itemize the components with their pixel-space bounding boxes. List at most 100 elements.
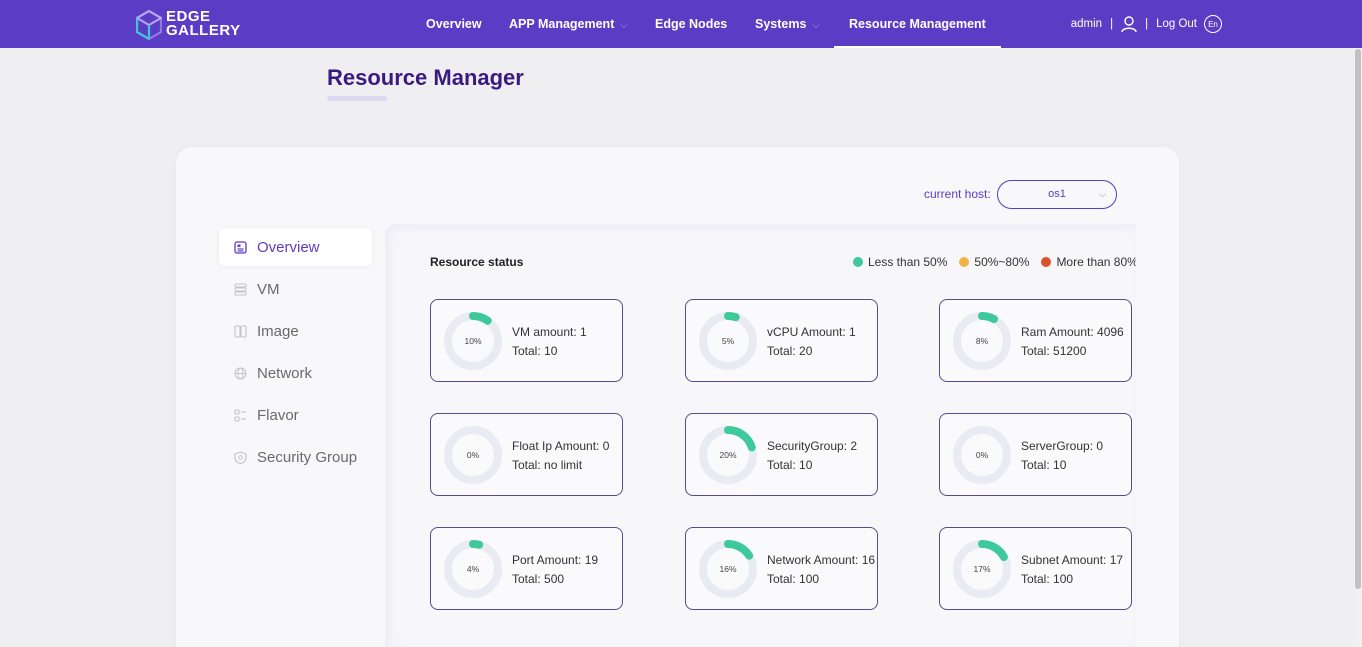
resource-card: 20% SecurityGroup: 2 Total: 10 bbox=[685, 413, 878, 496]
resource-info: ServerGroup: 0 Total: 10 bbox=[1021, 437, 1103, 475]
sidebar-item-security-group[interactable]: Security Group bbox=[219, 438, 372, 476]
resource-card: 16% Network Amount: 16 Total: 100 bbox=[685, 527, 878, 610]
legend-label: Less than 50% bbox=[868, 255, 948, 269]
nav-edge-nodes[interactable]: Edge Nodes bbox=[655, 0, 727, 48]
resource-total: Total: 10 bbox=[1021, 458, 1067, 472]
legend-dot-green bbox=[853, 257, 863, 267]
vm-icon bbox=[234, 282, 247, 296]
resource-info: Ram Amount: 4096 Total: 51200 bbox=[1021, 323, 1124, 361]
usage-percent-label: 8% bbox=[975, 336, 989, 346]
brand-line2: GALLERY bbox=[166, 22, 241, 39]
language-toggle[interactable]: En bbox=[1204, 15, 1222, 33]
host-select-value: os1 bbox=[1048, 188, 1066, 200]
status-legend: Less than 50% 50%~80% More than 80% bbox=[853, 255, 1136, 269]
legend-dot-red bbox=[1041, 257, 1052, 267]
usage-donut-chart: 20% bbox=[698, 425, 758, 485]
resource-info: Float Ip Amount: 0 Total: no limit bbox=[512, 437, 609, 475]
current-host-label: current host: bbox=[924, 187, 991, 201]
resource-info: Port Amount: 19 Total: 500 bbox=[512, 551, 598, 589]
usage-donut-chart: 8% bbox=[952, 311, 1012, 371]
usage-donut-chart: 0% bbox=[952, 425, 1012, 485]
sidebar-item-label: Flavor bbox=[257, 406, 299, 424]
nav-app-management-label: APP Management bbox=[509, 17, 615, 31]
resource-amount: Float Ip Amount: 0 bbox=[512, 439, 610, 453]
sidebar-item-label: Overview bbox=[257, 238, 320, 256]
edgegallery-logo[interactable]: EDGE GALLERY bbox=[136, 9, 256, 41]
resource-info: SecurityGroup: 2 Total: 10 bbox=[767, 437, 857, 475]
resource-info: VM amount: 1 Total: 10 bbox=[512, 323, 587, 361]
usage-percent-label: 20% bbox=[719, 450, 737, 460]
resource-total: Total: 20 bbox=[767, 344, 813, 358]
resource-total: Total: 100 bbox=[1021, 572, 1074, 586]
separator: | bbox=[1110, 18, 1114, 30]
usage-percent-label: 17% bbox=[973, 564, 991, 574]
resource-total: Total: 10 bbox=[767, 458, 813, 472]
resource-status-panel: Resource status Less than 50% 50%~80% Mo… bbox=[385, 224, 1136, 647]
resource-amount: SecurityGroup: 2 bbox=[767, 439, 858, 453]
legend-item-low: Less than 50% bbox=[853, 255, 947, 269]
resource-card: 17% Subnet Amount: 17 Total: 100 bbox=[939, 527, 1132, 610]
username: admin bbox=[1070, 18, 1103, 30]
image-icon bbox=[234, 324, 247, 338]
nav-resource-management-label: Resource Management bbox=[849, 17, 986, 31]
nav-resource-management[interactable]: Resource Management bbox=[834, 0, 1001, 48]
legend-item-high: More than 80% bbox=[1041, 255, 1136, 269]
resource-info: Subnet Amount: 17 Total: 100 bbox=[1021, 551, 1123, 589]
nav-edge-nodes-label: Edge Nodes bbox=[655, 17, 728, 31]
resource-total: Total: no limit bbox=[512, 458, 583, 472]
user-icon[interactable] bbox=[1121, 15, 1137, 33]
resource-info: vCPU Amount: 1 Total: 20 bbox=[767, 323, 856, 361]
resource-total: Total: 500 bbox=[512, 572, 565, 586]
resource-info: Network Amount: 16 Total: 100 bbox=[767, 551, 875, 589]
usage-donut-chart: 0% bbox=[443, 425, 503, 485]
resource-amount: Subnet Amount: 17 bbox=[1021, 553, 1124, 567]
usage-donut-chart: 17% bbox=[952, 539, 1012, 599]
resource-card: 0% ServerGroup: 0 Total: 10 bbox=[939, 413, 1132, 496]
sidebar-item-network[interactable]: Network bbox=[219, 354, 372, 392]
usage-donut-chart: 5% bbox=[698, 311, 758, 371]
network-icon bbox=[234, 366, 247, 380]
sidebar-item-overview[interactable]: Overview bbox=[219, 228, 372, 266]
resource-amount: Ram Amount: 4096 bbox=[1021, 325, 1124, 339]
legend-item-mid: 50%~80% bbox=[959, 255, 1029, 269]
logout-link[interactable]: Log Out bbox=[1156, 18, 1197, 30]
resource-amount: vCPU Amount: 1 bbox=[767, 325, 856, 339]
usage-percent-label: 10% bbox=[464, 336, 482, 346]
separator: | bbox=[1145, 18, 1149, 30]
usage-donut-chart: 10% bbox=[443, 311, 503, 371]
sidebar-item-label: Network bbox=[257, 364, 313, 382]
chevron-down-icon: ⌵ bbox=[1099, 189, 1106, 199]
sidebar-item-label: VM bbox=[257, 280, 280, 298]
sidebar-item-vm[interactable]: VM bbox=[219, 270, 372, 308]
resource-amount: VM amount: 1 bbox=[512, 325, 587, 339]
resource-total: Total: 10 bbox=[512, 344, 558, 358]
user-area: admin | | Log Out En bbox=[1071, 0, 1222, 48]
resource-amount: Port Amount: 19 bbox=[512, 553, 599, 567]
usage-percent-label: 5% bbox=[721, 336, 735, 346]
overview-icon bbox=[234, 240, 247, 254]
resource-status-title: Resource status bbox=[430, 255, 524, 269]
usage-donut-chart: 16% bbox=[698, 539, 758, 599]
host-select[interactable]: os1 ⌵ bbox=[997, 180, 1117, 209]
sidebar-item-image[interactable]: Image bbox=[219, 312, 372, 350]
usage-percent-label: 0% bbox=[975, 450, 989, 460]
flavor-icon bbox=[234, 408, 247, 422]
legend-label: 50%~80% bbox=[974, 255, 1030, 269]
resource-total: Total: 51200 bbox=[1021, 344, 1087, 358]
resource-card: 10% VM amount: 1 Total: 10 bbox=[430, 299, 623, 382]
resource-card: 8% Ram Amount: 4096 Total: 51200 bbox=[939, 299, 1132, 382]
scrollbar-thumb[interactable] bbox=[1355, 49, 1361, 589]
cube-logo-icon bbox=[136, 10, 162, 40]
nav-app-management[interactable]: APP Management ⌵ bbox=[509, 0, 627, 48]
legend-dot-orange bbox=[959, 257, 970, 267]
sidebar-item-label: Image bbox=[257, 322, 299, 340]
resource-card: 5% vCPU Amount: 1 Total: 20 bbox=[685, 299, 878, 382]
legend-label: More than 80% bbox=[1056, 255, 1136, 269]
nav-overview[interactable]: Overview bbox=[426, 0, 482, 48]
nav-systems[interactable]: Systems ⌵ bbox=[755, 0, 819, 48]
resource-card: 4% Port Amount: 19 Total: 500 bbox=[430, 527, 623, 610]
sidebar-item-flavor[interactable]: Flavor bbox=[219, 396, 372, 434]
top-nav-bar: EDGE GALLERY Overview APP Management ⌵ Ed… bbox=[0, 0, 1362, 48]
chevron-down-icon: ⌵ bbox=[620, 20, 628, 30]
shield-icon bbox=[234, 450, 247, 464]
